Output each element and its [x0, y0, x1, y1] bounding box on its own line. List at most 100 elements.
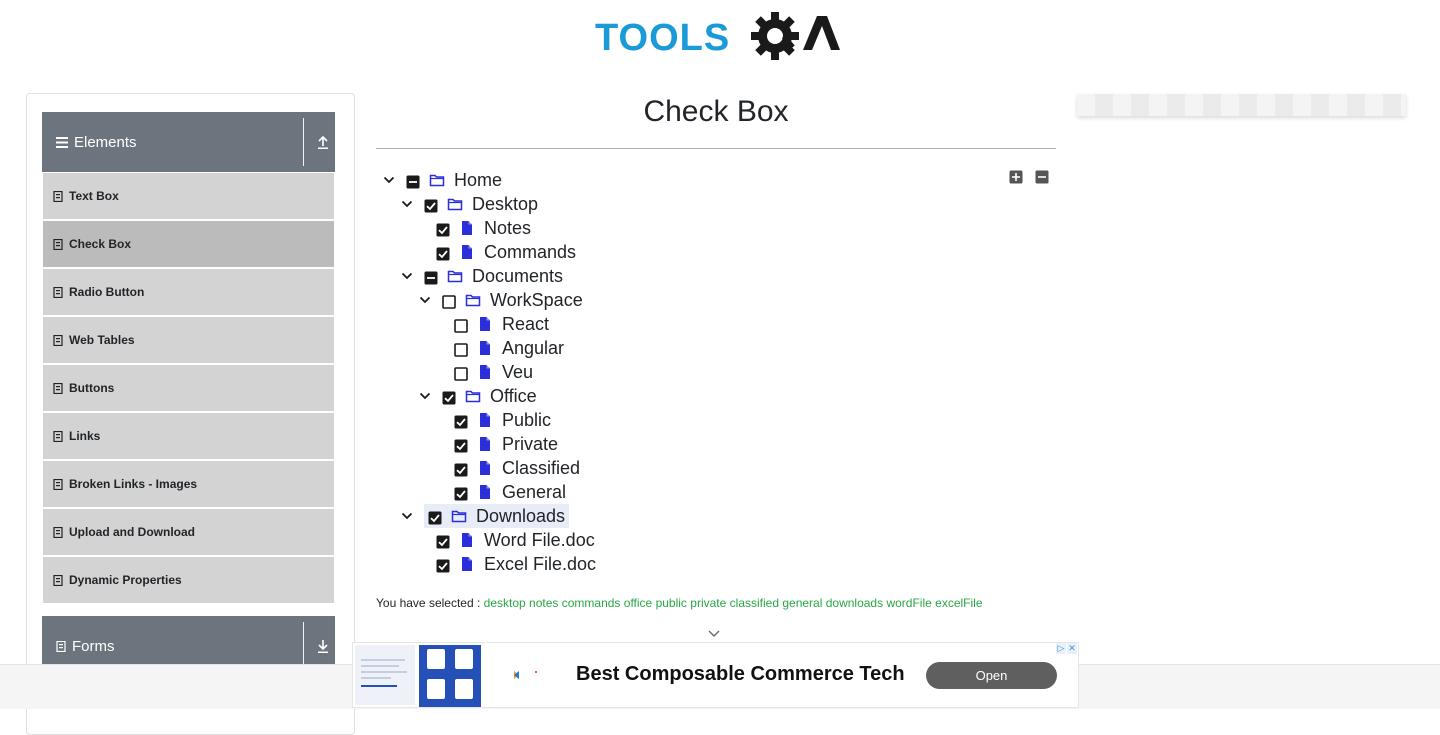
tree-node-label-wrap[interactable]: Downloads [424, 504, 570, 528]
menu-item-upload-and-download[interactable]: Upload and Download [43, 509, 334, 555]
checkbox-checked-icon[interactable] [454, 413, 468, 429]
bottom-ad[interactable]: Best Composable Commerce Tech Open ▷ ✕ [352, 642, 1079, 708]
menu-icon [56, 136, 68, 148]
menu-item-label: Broken Links - Images [69, 477, 198, 491]
tree-node-label: Private [502, 434, 559, 454]
menu-item-radio-button[interactable]: Radio Button [43, 269, 334, 315]
toolsqa-logo[interactable]: TOOLS [595, 12, 840, 68]
menu-item-label: Web Tables [69, 333, 135, 347]
tree-node-label-wrap[interactable]: Excel File.doc [436, 552, 596, 576]
menu-item-label: Text Box [69, 189, 119, 203]
menu-item-web-tables[interactable]: Web Tables [43, 317, 334, 363]
file-icon [477, 364, 493, 380]
ad-choices-icon[interactable]: ▷ ✕ [1056, 643, 1078, 655]
checkbox-checked-icon[interactable] [428, 509, 442, 525]
tree-node-public: Public [454, 408, 551, 432]
menu-item-text-box[interactable]: Text Box [43, 173, 334, 219]
file-icon [477, 412, 493, 428]
collapse-all-icon[interactable] [1035, 170, 1049, 184]
checkbox-checked-icon[interactable] [442, 389, 456, 405]
checkbox-checked-icon[interactable] [454, 461, 468, 477]
menu-item-dynamic-properties[interactable]: Dynamic Properties [43, 557, 334, 603]
menu-item-broken-links-images[interactable]: Broken Links - Images [43, 461, 334, 507]
tree-node-label-wrap[interactable]: Private [454, 432, 558, 456]
chevron-down-icon[interactable] [382, 173, 396, 187]
tree-node-label-wrap[interactable]: Documents [424, 264, 563, 288]
tree-node-label-wrap[interactable]: Office [442, 384, 537, 408]
tree-node-label-wrap[interactable]: React [454, 312, 549, 336]
file-icon [477, 484, 493, 500]
tree-node-label-wrap[interactable]: WorkSpace [442, 288, 583, 312]
menu-item-buttons[interactable]: Buttons [43, 365, 334, 411]
tree-node-label-wrap[interactable]: Veu [454, 360, 533, 384]
tree-node-label: Word File.doc [484, 530, 595, 550]
tree-node-label-wrap[interactable]: General [454, 480, 566, 504]
tree-node-label-wrap[interactable]: Word File.doc [436, 528, 595, 552]
tree-node-label-wrap[interactable]: Home [406, 168, 502, 192]
ad-brand-logo [514, 671, 537, 679]
tree-node-label-wrap[interactable]: Angular [454, 336, 564, 360]
elements-group-header[interactable]: Elements [42, 112, 335, 172]
ad-open-button[interactable]: Open [926, 662, 1057, 689]
tree-node-veu: Veu [454, 360, 533, 384]
checkbox-checked-icon[interactable] [436, 221, 450, 237]
checkbox-unchecked-icon[interactable] [442, 293, 456, 309]
tree-node-private: Private [454, 432, 558, 456]
tree-node-label-wrap[interactable]: Desktop [424, 192, 538, 216]
list-icon [53, 430, 63, 442]
tree-node-label-wrap[interactable]: Classified [454, 456, 580, 480]
chevron-down-icon[interactable] [707, 628, 721, 640]
menu-item-check-box[interactable]: Check Box [43, 221, 334, 267]
selection-result: You have selected : desktop notes comman… [376, 596, 983, 610]
menu-item-links[interactable]: Links [43, 413, 334, 459]
list-icon [53, 526, 63, 538]
tree-node-label-wrap[interactable]: Notes [436, 216, 531, 240]
checkbox-checked-icon[interactable] [436, 245, 450, 261]
tree-node-react: React [454, 312, 549, 336]
collapse-arrow-icon[interactable] [312, 126, 334, 158]
tree-node-label: Veu [502, 362, 534, 382]
expand-all-icon[interactable] [1009, 170, 1023, 184]
title-divider [376, 148, 1056, 149]
list-icon [53, 190, 63, 202]
chevron-down-icon[interactable] [400, 269, 414, 283]
selected-item: classified [729, 596, 780, 610]
elements-group-title: Elements [74, 133, 137, 151]
tree-node-label: Documents [472, 266, 564, 286]
chevron-down-icon[interactable] [418, 389, 432, 403]
tree-node-label-wrap[interactable]: Public [454, 408, 551, 432]
list-icon [53, 286, 63, 298]
tree-node-label: Angular [502, 338, 565, 358]
list-icon [53, 334, 63, 346]
tree-node-label: Downloads [476, 506, 566, 526]
menu-item-label: Check Box [69, 237, 132, 251]
checkbox-unchecked-icon[interactable] [454, 365, 468, 381]
checkbox-checked-icon[interactable] [436, 533, 450, 549]
tree-node-office: Office [418, 384, 537, 408]
checkbox-checked-icon[interactable] [454, 485, 468, 501]
page-title: Check Box [643, 95, 789, 128]
checkbox-checked-icon[interactable] [454, 437, 468, 453]
chevron-down-icon[interactable] [418, 293, 432, 307]
tree-node-label: React [502, 314, 550, 334]
tree-node-label: Excel File.doc [484, 554, 597, 574]
selected-item: desktop [483, 596, 526, 610]
tree-node-label-wrap[interactable]: Commands [436, 240, 576, 264]
header-divider [303, 622, 304, 670]
checkbox-checked-icon[interactable] [436, 557, 450, 573]
checkbox-unchecked-icon[interactable] [454, 317, 468, 333]
chevron-down-icon[interactable] [400, 509, 414, 523]
chevron-down-icon[interactable] [400, 197, 414, 211]
checkbox-unchecked-icon[interactable] [454, 341, 468, 357]
expand-arrow-icon[interactable] [312, 630, 334, 662]
menu-item-label: Radio Button [69, 285, 145, 299]
checkbox-partial-icon[interactable] [406, 173, 420, 189]
folder-icon [451, 508, 467, 524]
ad-banner-placeholder [1077, 94, 1406, 116]
header-divider [303, 118, 304, 166]
tree-node-label: General [502, 482, 567, 502]
file-icon [459, 556, 475, 572]
tree-node-workspace: WorkSpace [418, 288, 583, 312]
checkbox-checked-icon[interactable] [424, 197, 438, 213]
checkbox-partial-icon[interactable] [424, 269, 438, 285]
